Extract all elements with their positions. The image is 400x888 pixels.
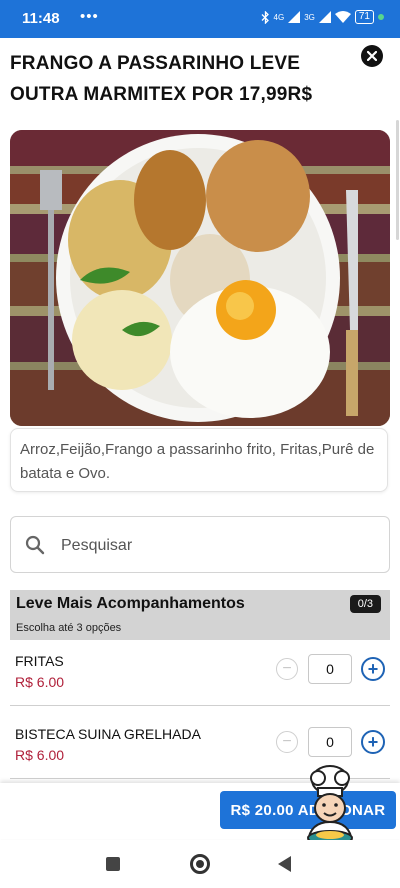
product-photo xyxy=(10,130,390,426)
increment-button[interactable]: + xyxy=(361,657,385,681)
recent-apps-button[interactable] xyxy=(106,857,120,871)
list-item: FRITAS R$ 6.00 − 0 + xyxy=(10,642,390,706)
signal-icon xyxy=(288,11,301,23)
plus-icon: + xyxy=(367,659,379,679)
privacy-indicator-dot xyxy=(378,14,384,20)
status-time: 11:48 xyxy=(22,10,60,27)
bluetooth-icon xyxy=(261,10,269,24)
search-box[interactable] xyxy=(10,516,390,573)
search-icon xyxy=(25,535,45,555)
option-group-counter-badge: 0/3 xyxy=(349,595,381,613)
item-name: BISTECA SUINA GRELHADA xyxy=(15,726,201,742)
minus-icon: − xyxy=(282,660,292,677)
option-group-subtitle: Escolha até 3 opções xyxy=(16,622,122,634)
search-input[interactable] xyxy=(59,531,363,561)
quantity-field[interactable]: 0 xyxy=(308,727,352,757)
close-icon xyxy=(367,51,377,61)
network-4g-label: 4G xyxy=(273,12,285,22)
item-price: R$ 6.00 xyxy=(15,674,65,690)
signal-icon-2 xyxy=(318,11,331,23)
status-bar: 11:48 ••• 4G 3G 71 xyxy=(0,0,400,38)
decrement-button[interactable]: − xyxy=(276,731,298,753)
option-group-header: Leve Mais Acompanhamentos Escolha até 3 … xyxy=(10,590,390,640)
product-description: Arroz,Feijão,Frango a passarinho frito, … xyxy=(10,428,388,492)
item-name: FRITAS xyxy=(15,653,64,669)
status-notification-dots: ••• xyxy=(80,8,99,25)
product-title: FRANGO A PASSARINHO LEVE OUTRA MARMITEX … xyxy=(10,53,313,105)
network-3g-label: 3G xyxy=(304,12,315,22)
back-button[interactable] xyxy=(278,856,291,872)
status-icons: 4G 3G 71 xyxy=(261,10,384,24)
close-button[interactable] xyxy=(361,45,383,67)
option-group-title: Leve Mais Acompanhamentos xyxy=(16,595,245,612)
scrollbar[interactable] xyxy=(396,120,399,240)
quantity-field[interactable]: 0 xyxy=(308,654,352,684)
minus-icon: − xyxy=(282,733,292,750)
increment-button[interactable]: + xyxy=(361,730,385,754)
decrement-button[interactable]: − xyxy=(276,658,298,680)
home-button[interactable] xyxy=(190,854,210,874)
food-plate-illustration xyxy=(10,130,390,426)
wifi-icon xyxy=(334,11,351,23)
battery-icon: 71 xyxy=(354,10,374,24)
plus-icon: + xyxy=(367,732,379,752)
item-price: R$ 6.00 xyxy=(15,747,65,763)
